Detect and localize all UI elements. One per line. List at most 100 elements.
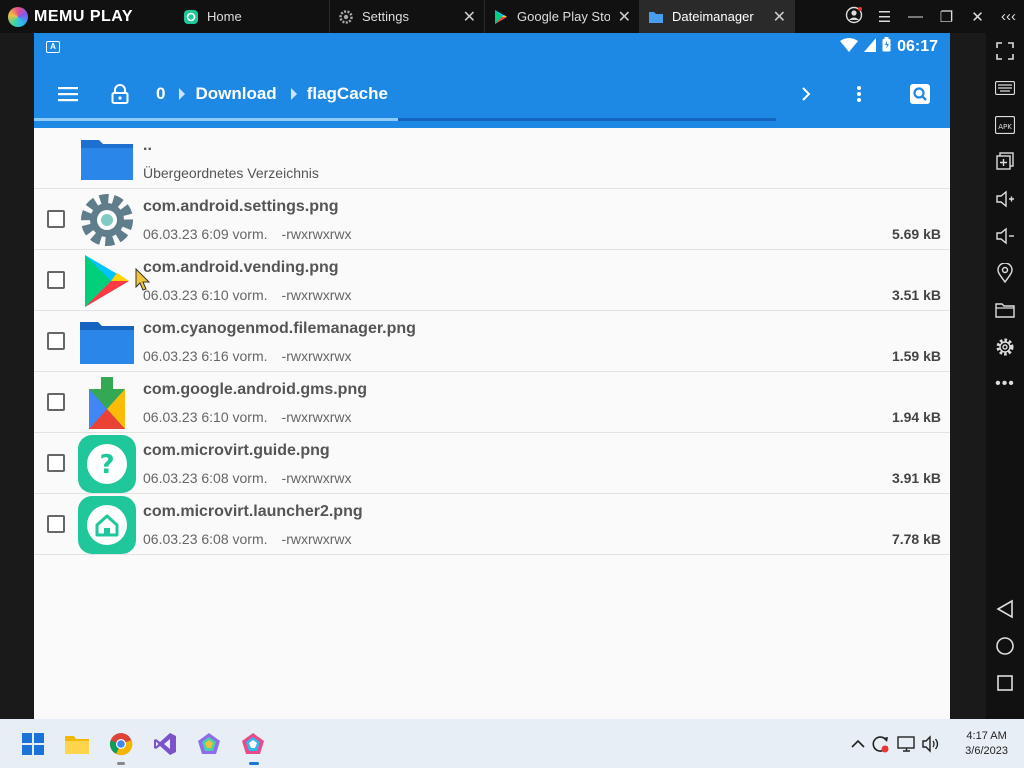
memu-play-icon[interactable]: [240, 731, 266, 757]
volume-icon[interactable]: [918, 731, 944, 757]
shared-folder-icon[interactable]: [993, 298, 1017, 322]
tab-file-manager[interactable]: Dateimanager ✕: [640, 0, 795, 33]
overflow-menu-icon[interactable]: [845, 80, 873, 108]
breadcrumb: 0 Download flagCache: [156, 84, 388, 104]
close-icon[interactable]: ✕: [618, 7, 631, 27]
taskbar-clock[interactable]: 4:17 AM 3/6/2023: [965, 729, 1008, 759]
windows-taskbar: 4:17 AM 3/6/2023: [0, 719, 1024, 768]
volume-down-icon[interactable]: [993, 224, 1017, 248]
list-item[interactable]: com.cyanogenmod.filemanager.png 06.03.23…: [34, 311, 950, 372]
select-checkbox[interactable]: [47, 332, 65, 350]
app-toolbar: 0 Download flagCache: [34, 60, 950, 128]
breadcrumb-root[interactable]: 0: [156, 84, 165, 104]
file-name: com.microvirt.guide.png: [143, 442, 330, 459]
file-date: 06.03.23 6:10 vorm.: [143, 409, 268, 425]
collapse-sidebar-icon[interactable]: ‹‹‹: [993, 8, 1024, 25]
breadcrumb-flagcache[interactable]: flagCache: [307, 84, 388, 104]
hamburger-menu-icon[interactable]: [54, 80, 82, 108]
list-item[interactable]: com.google.android.gms.png 06.03.23 6:10…: [34, 372, 950, 433]
parent-directory-label: Übergeordnetes Verzeichnis: [143, 165, 319, 181]
breadcrumb-separator-icon: [179, 88, 186, 100]
file-permissions: -rwxrwxrwx: [281, 348, 352, 364]
home-icon: [77, 496, 137, 554]
minimize-icon[interactable]: —: [900, 8, 931, 25]
file-permissions: -rwxrwxrwx: [281, 531, 352, 547]
gear-icon: [338, 9, 354, 25]
volume-up-icon[interactable]: [993, 187, 1017, 211]
file-permissions: -rwxrwxrwx: [281, 409, 352, 425]
apk-icon[interactable]: APK: [993, 113, 1017, 137]
account-icon[interactable]: [838, 6, 869, 28]
keyboard-icon[interactable]: [993, 76, 1017, 100]
file-date: 06.03.23 6:08 vorm.: [143, 531, 268, 547]
memu-logo: MEMU PLAY: [0, 0, 175, 33]
select-checkbox[interactable]: [47, 271, 65, 289]
active-indicator: [249, 762, 259, 765]
home-app-icon: [183, 9, 199, 25]
close-icon[interactable]: ✕: [463, 7, 476, 27]
list-item[interactable]: com.microvirt.launcher2.png 06.03.23 6:0…: [34, 494, 950, 555]
tab-label: Home: [207, 9, 242, 24]
tab-settings[interactable]: Settings ✕: [330, 0, 485, 33]
back-icon[interactable]: [993, 597, 1017, 621]
window-controls: ☰ — ❐ ✕ ‹‹‹: [838, 0, 1024, 33]
tab-home[interactable]: Home: [175, 0, 330, 33]
file-permissions: -rwxrwxrwx: [281, 470, 352, 486]
close-icon[interactable]: ✕: [773, 7, 786, 27]
tab-label: Dateimanager: [672, 9, 754, 24]
list-item[interactable]: com.android.vending.png 06.03.23 6:10 vo…: [34, 250, 950, 311]
svg-text:?: ?: [99, 450, 114, 480]
menu-icon[interactable]: ☰: [869, 8, 900, 26]
list-item[interactable]: ? com.microvirt.guide.png 06.03.23 6:08 …: [34, 433, 950, 494]
settings-icon[interactable]: [993, 335, 1017, 359]
multi-instance-icon[interactable]: [993, 149, 1017, 173]
breadcrumb-separator-icon: [290, 88, 297, 100]
status-time: 06:17: [897, 37, 938, 55]
select-checkbox[interactable]: [47, 454, 65, 472]
select-checkbox[interactable]: [47, 393, 65, 411]
folder-icon: [648, 9, 664, 25]
chrome-icon[interactable]: [108, 731, 134, 757]
parent-directory-name: ..: [143, 137, 152, 154]
emulator-title-bar: MEMU PLAY Home Settings ✕ Google Play St…: [0, 0, 1024, 33]
android-screen: A 06:17 0 Download flagCache .. Übergeor…: [34, 33, 950, 719]
close-window-icon[interactable]: ✕: [962, 8, 993, 26]
file-explorer-icon[interactable]: [64, 731, 90, 757]
home-button-icon[interactable]: [993, 634, 1017, 658]
search-icon[interactable]: [906, 80, 934, 108]
tab-play-store[interactable]: Google Play Stor ✕: [485, 0, 640, 33]
location-icon[interactable]: [993, 261, 1017, 285]
question-icon: ?: [77, 435, 137, 493]
loading-progress-fill: [34, 118, 398, 121]
more-options-icon[interactable]: •••: [993, 372, 1017, 396]
list-item[interactable]: com.android.settings.png 06.03.23 6:09 v…: [34, 189, 950, 250]
file-meta: 06.03.23 6:10 vorm. -rwxrwxrwx: [143, 287, 352, 303]
file-size: 1.59 kB: [891, 348, 941, 364]
file-date: 06.03.23 6:16 vorm.: [143, 348, 268, 364]
restore-icon[interactable]: ❐: [931, 8, 962, 26]
play-services-icon: [77, 375, 137, 431]
file-date: 06.03.23 6:10 vorm.: [143, 287, 268, 303]
visual-studio-icon[interactable]: [152, 731, 178, 757]
chevron-right-icon[interactable]: [792, 80, 820, 108]
lock-icon[interactable]: [106, 80, 134, 108]
file-size: 7.78 kB: [891, 531, 941, 547]
folder-icon: [77, 314, 137, 370]
recents-icon[interactable]: [993, 671, 1017, 695]
sync-icon[interactable]: [867, 731, 893, 757]
fullscreen-icon[interactable]: [993, 39, 1017, 63]
file-permissions: -rwxrwxrwx: [281, 226, 352, 242]
wifi-icon: [840, 37, 859, 56]
breadcrumb-download[interactable]: Download: [195, 84, 276, 104]
file-name: com.android.settings.png: [143, 198, 339, 215]
file-name: com.google.android.gms.png: [143, 381, 367, 398]
select-checkbox[interactable]: [47, 515, 65, 533]
memu-logo-icon: [8, 6, 28, 27]
windows-start-icon[interactable]: [20, 731, 46, 757]
file-name: com.cyanogenmod.filemanager.png: [143, 320, 416, 337]
network-icon[interactable]: [894, 731, 920, 757]
select-checkbox[interactable]: [47, 210, 65, 228]
file-name: com.microvirt.launcher2.png: [143, 503, 363, 520]
parent-directory-row[interactable]: .. Übergeordnetes Verzeichnis: [34, 128, 950, 189]
memu-multi-icon[interactable]: [196, 731, 222, 757]
